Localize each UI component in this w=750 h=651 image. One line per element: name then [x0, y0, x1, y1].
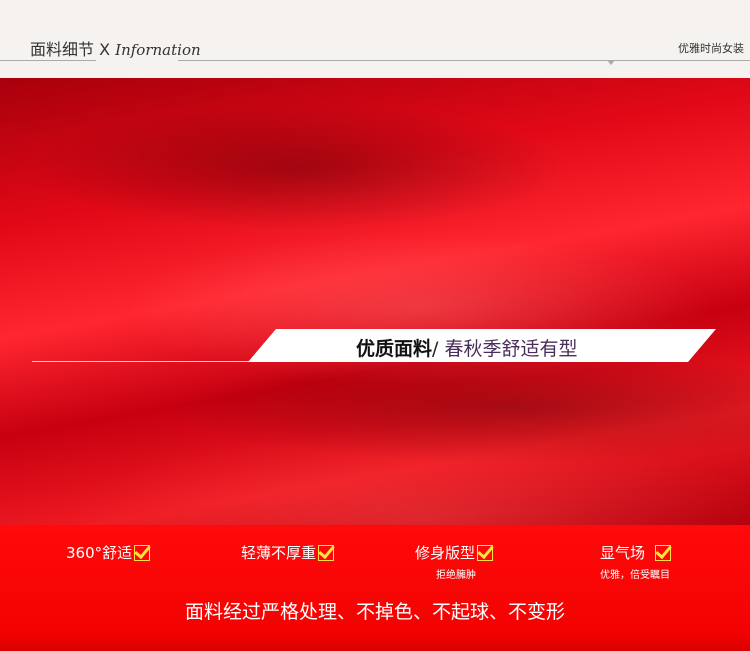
section-title: 面料细节 X Infornation	[30, 36, 201, 60]
section-title-separator: X	[99, 40, 111, 59]
checkbox-checked-icon	[477, 544, 494, 561]
feature-band-shade	[0, 633, 750, 651]
banner-main: 优质面料	[356, 338, 433, 360]
banner-sub: 春秋季舒适有型	[444, 338, 578, 360]
feature-sub-aura: 优雅，倍受瞩目	[600, 570, 670, 581]
checkbox-checked-icon	[134, 544, 151, 561]
page-header: 面料细节 X Infornation 优雅时尚女装	[0, 0, 750, 78]
banner-slash: /	[432, 338, 439, 360]
feature-label: 轻薄不厚重	[241, 544, 317, 562]
feature-label: 360°舒适	[66, 544, 133, 562]
banner-lead-line	[32, 361, 258, 362]
header-rule-right	[178, 60, 750, 61]
feature-item-comfort: 360°舒适	[66, 542, 151, 563]
feature-item-light: 轻薄不厚重	[241, 542, 335, 563]
feature-item-slim: 修身版型	[415, 542, 494, 563]
fabric-photo	[0, 78, 750, 525]
header-notch-icon	[607, 60, 615, 65]
fabric-slogan: 面料经过严格处理、不掉色、不起球、不变形	[184, 601, 565, 623]
checkbox-checked-icon	[318, 544, 335, 561]
feature-label: 显气场	[600, 544, 646, 562]
section-title-cn: 面料细节	[30, 40, 95, 59]
section-title-en: Infornation	[115, 41, 201, 59]
feature-sub-slim: 拒绝臃肿	[436, 570, 476, 581]
feature-label: 修身版型	[415, 544, 476, 562]
feature-item-aura: 显气场	[600, 542, 672, 563]
header-rule-left	[0, 60, 96, 61]
checkbox-checked-icon	[655, 544, 672, 561]
banner-text: 优质面料/ 春秋季舒适有型	[356, 334, 577, 361]
brand-tagline: 优雅时尚女装	[678, 42, 744, 55]
